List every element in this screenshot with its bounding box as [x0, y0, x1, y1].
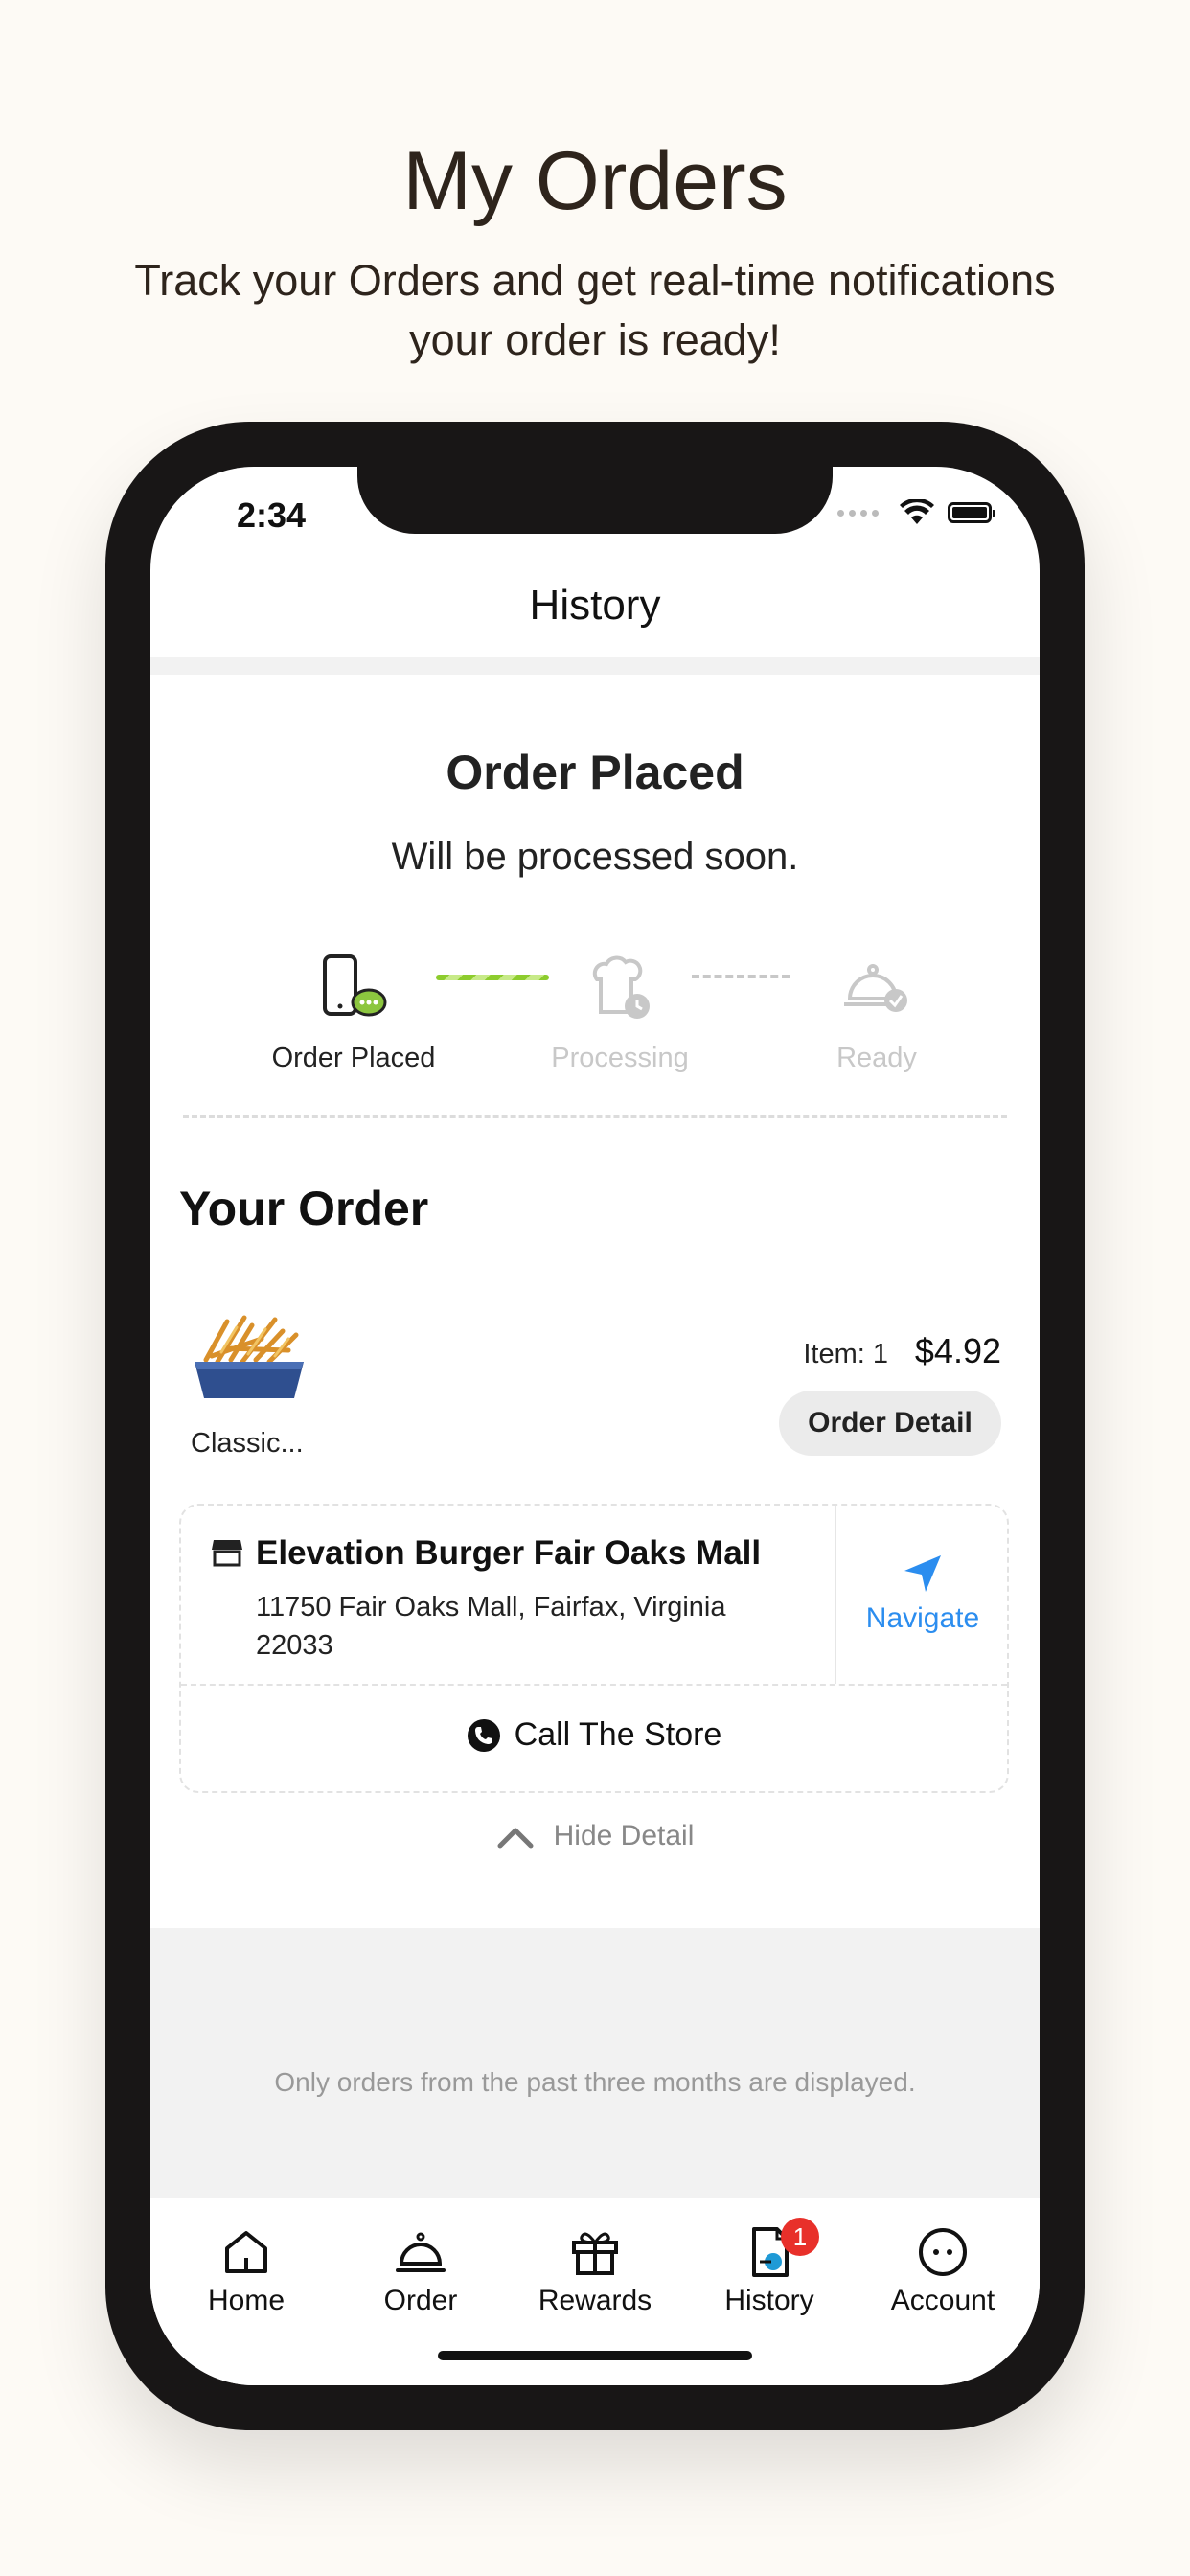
- item-price: $4.92: [914, 1331, 1001, 1370]
- home-icon: [225, 2231, 267, 2273]
- item-count: Item: 1: [803, 1339, 888, 1369]
- gift-icon: [572, 2232, 618, 2275]
- hide-detail-label: Hide Detail: [553, 1820, 695, 1852]
- hide-detail-button[interactable]: Hide Detail: [150, 1820, 1040, 1854]
- tab-home[interactable]: Home: [170, 2225, 323, 2317]
- step-label: Order Placed: [271, 1043, 436, 1073]
- store-name: Elevation Burger Fair Oaks Mall: [256, 1534, 762, 1572]
- tab-label: Account: [890, 2285, 995, 2316]
- signal-icon: [837, 509, 879, 517]
- tab-order[interactable]: Order: [344, 2225, 497, 2317]
- history-notice: Only orders from the past three months a…: [274, 2067, 916, 2097]
- history-footer-area: [150, 1928, 1040, 2198]
- section-divider: [183, 1116, 1007, 1118]
- store-card: Elevation Burger Fair Oaks Mall 11750 Fa…: [179, 1504, 1009, 1793]
- chevron-up-icon: [497, 1828, 534, 1849]
- phone-screen: 2:34 History Order Placed Will be proces…: [150, 467, 1040, 2385]
- history-badge: 1: [781, 2218, 819, 2256]
- store-icon: [212, 1540, 242, 1567]
- tab-label: History: [724, 2285, 814, 2316]
- your-order-title: Your Order: [179, 1182, 429, 1235]
- step-label: Processing: [551, 1043, 689, 1073]
- tab-label: Rewards: [538, 2285, 652, 2316]
- phone-chat-icon: [323, 954, 387, 1017]
- store-address: 11750 Fair Oaks Mall, Fairfax, Virginia …: [256, 1592, 726, 1661]
- step-ready: Ready: [781, 951, 973, 1074]
- order-status-note: Will be processed soon.: [391, 836, 799, 878]
- step-label: Ready: [836, 1043, 917, 1073]
- status-icons: [837, 499, 995, 526]
- tab-rewards[interactable]: Rewards: [518, 2225, 672, 2317]
- tab-label: Order: [383, 2285, 458, 2316]
- progress-connector-done: [436, 975, 549, 980]
- tab-history[interactable]: 1 History: [693, 2218, 846, 2317]
- order-progress: Order Placed Processing Ready: [150, 951, 1040, 1075]
- item-name: Classic...: [191, 1428, 304, 1459]
- phone-icon: [467, 1718, 500, 1752]
- tab-label: Home: [207, 2285, 286, 2316]
- header-separator: [150, 657, 1040, 675]
- navigate-label: Navigate: [865, 1602, 980, 1634]
- cloche-icon: [396, 2232, 446, 2272]
- step-order-placed: Order Placed: [258, 951, 449, 1074]
- home-indicator: [438, 2351, 752, 2360]
- tab-account[interactable]: Account: [866, 2225, 1019, 2317]
- navigate-arrow-icon: [904, 1555, 941, 1592]
- call-store-button[interactable]: Call The Store: [181, 1686, 1007, 1793]
- cloche-check-icon: [844, 964, 907, 1012]
- navigate-button[interactable]: Navigate: [836, 1506, 1009, 1684]
- page-title: History: [529, 582, 661, 629]
- fries-image: [195, 1315, 304, 1398]
- promo-title: My Orders: [402, 135, 788, 227]
- call-store-label: Call The Store: [514, 1716, 722, 1753]
- step-processing: Processing: [524, 951, 716, 1074]
- notch: [357, 467, 833, 534]
- battery-icon: [948, 502, 995, 523]
- progress-connector-pending: [692, 975, 790, 978]
- promo-subtitle: Track your Orders and get real-time noti…: [134, 256, 1056, 364]
- wifi-icon: [900, 499, 934, 524]
- status-time: 2:34: [237, 495, 307, 535]
- order-status-title: Order Placed: [446, 746, 744, 799]
- chef-clock-icon: [592, 955, 650, 1019]
- face-icon: [919, 2228, 967, 2276]
- order-detail-button[interactable]: Order Detail: [779, 1391, 1001, 1456]
